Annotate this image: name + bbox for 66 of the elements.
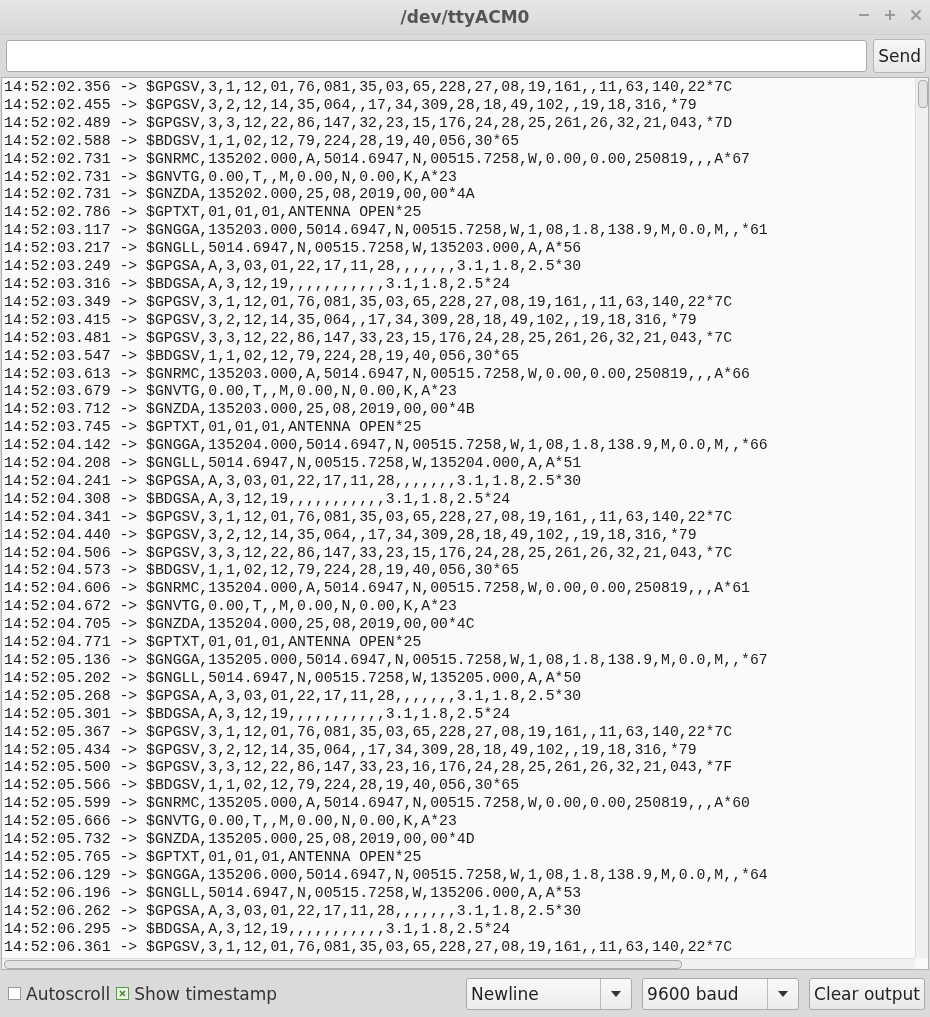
maximize-icon[interactable]: [884, 9, 896, 21]
checkbox-label: Show timestamp: [134, 983, 278, 1004]
output-line: 14:52:04.771 -> $GPTXT,01,01,01,ANTENNA OPEN*25: [4, 634, 422, 652]
output-line: 14:52:04.606 -> $GNRMC,135204.000,A,5014.6947,N,00515.7258,W,0.00,0.00,250819,,,A*61: [4, 580, 750, 599]
output-line: 14:52:05.732 -> $GNZDA,135205.000,25,08,2019,00,00*4D: [4, 831, 475, 849]
send-button[interactable]: Send: [873, 39, 926, 73]
message-field[interactable]: [6, 40, 868, 72]
output-line: 14:52:04.705 -> $GNZDA,135204.000,25,08,2019,00,00*4C: [4, 616, 475, 635]
checkbox-label: Autoscroll: [26, 983, 111, 1004]
output-line: 14:52:04.341 -> $GPGSV,3,1,12,01,76,081,35,03,65,228,27,08,19,161,,11,63,140,22*7C: [4, 508, 733, 527]
output-line: 14:52:02.786 -> $GPTXT,01,01,01,ANTENNA OPEN*25: [4, 204, 422, 223]
output-line: 14:52:02.489 -> $GPGSV,3,3,12,22,86,147,32,23,15,176,24,28,25,261,26,32,21,043,*7D: [4, 114, 733, 133]
output-line: 14:52:03.415 -> $GPGSV,3,2,12,14,35,064,,17,34,309,28,18,49,102,,19,18,316,*79: [4, 311, 697, 330]
output-line: 14:52:03.679 -> $GNVTG,0.00,T,,M,0.00,N,0.00,K,A*23: [4, 383, 457, 402]
output-line: 14:52:02.588 -> $BDGSV,1,1,02,12,79,224,28,19,40,056,30*65: [4, 132, 519, 151]
caret-icon: [778, 990, 789, 997]
output-line: 14:52:06.262 -> $GPGSA,A,3,03,01,22,17,11,28,,,,,,,3.1,1.8,2.5*30: [4, 902, 582, 921]
output-line: 14:52:03.712 -> $GNZDA,135203.000,25,08,2019,00,00*4B: [4, 401, 475, 420]
output-line: 14:52:05.268 -> $GPGSA,A,3,03,01,22,17,11,28,,,,,,,3.1,1.8,2.5*30: [4, 687, 582, 706]
output-line: 14:52:02.356 -> $GPGSV,3,1,12,01,76,081,35,03,65,228,27,08,19,161,,11,63,140,22*7C: [4, 79, 733, 97]
output-line: 14:52:05.136 -> $GNGGA,135205.000,5014.6947,N,00515.7258,W,1,08,1.8,138.9,M,0.0,M,,*67: [4, 652, 768, 670]
caret-icon: [611, 990, 622, 997]
output-line: 14:52:02.731 -> $GNZDA,135202.000,25,08,2019,00,00*4A: [4, 186, 475, 205]
output-line: 14:52:03.481 -> $GPGSV,3,3,12,22,86,147,33,23,15,176,24,28,25,261,26,32,21,043,*7C: [4, 329, 733, 348]
clear-output-button[interactable]: Clear output: [809, 977, 925, 1010]
baud-rate-dropdown[interactable]: 9600 baud: [642, 977, 800, 1010]
output-line: 14:52:04.506 -> $GPGSV,3,3,12,22,86,147,33,23,15,176,24,28,25,261,26,32,21,043,*7C: [4, 544, 733, 563]
output-line: 14:52:03.745 -> $GPTXT,01,01,01,ANTENNA OPEN*25: [4, 419, 422, 438]
output-line: 14:52:04.208 -> $GNGLL,5014.6947,N,00515.7258,W,135204.000,A,A*51: [4, 455, 582, 473]
output-line: 14:52:04.142 -> $GNGGA,135204.000,5014.6947,N,00515.7258,W,1,08,1.8,138.9,M,0.0,M,,*66: [4, 437, 768, 456]
output-line: 14:52:05.367 -> $GPGSV,3,1,12,01,76,081,35,03,65,228,27,08,19,161,,11,63,140,22*7C: [4, 723, 733, 742]
output-line: 14:52:06.196 -> $GNGLL,5014.6947,N,00515.7258,W,135206.000,A,A*53: [4, 884, 582, 903]
output-line: 14:52:03.117 -> $GNGGA,135203.000,5014.6947,N,00515.7258,W,1,08,1.8,138.9,M,0.0,M,,*61: [4, 222, 768, 241]
line-ending-dropdown[interactable]: Newline: [466, 977, 633, 1010]
output-line: 14:52:05.434 -> $GPGSV,3,2,12,14,35,064,,17,34,309,28,18,49,102,,19,18,316,*79: [4, 741, 697, 760]
output-line: 14:52:05.301 -> $BDGSA,A,3,12,19,,,,,,,,,,,3.1,1.8,2.5*24: [4, 705, 511, 724]
window-title: /dev/ttyACM0: [400, 7, 530, 27]
output-line: 14:52:04.241 -> $GPGSA,A,3,03,01,22,17,11,28,,,,,,,3.1,1.8,2.5*30: [4, 472, 582, 491]
output-line: 14:52:03.349 -> $GPGSV,3,1,12,01,76,081,35,03,65,228,27,08,19,161,,11,63,140,22*7C: [4, 293, 733, 312]
output-line: 14:52:03.316 -> $BDGSA,A,3,12,19,,,,,,,,,,,3.1,1.8,2.5*24: [4, 275, 511, 294]
scrollbar-thumb[interactable]: [918, 80, 928, 108]
output-line: 14:52:05.666 -> $GNVTG,0.00,T,,M,0.00,N,0.00,K,A*23: [4, 813, 457, 832]
output-line: 14:52:06.295 -> $BDGSA,A,3,12,19,,,,,,,,,,,3.1,1.8,2.5*24: [4, 920, 511, 939]
output-line: 14:52:04.573 -> $BDGSV,1,1,02,12,79,224,28,19,40,056,30*65: [4, 562, 519, 581]
output-line: 14:52:03.547 -> $BDGSV,1,1,02,12,79,224,28,19,40,056,30*65: [4, 347, 519, 366]
close-icon[interactable]: [910, 9, 922, 21]
output-line: 14:52:05.765 -> $GPTXT,01,01,01,ANTENNA OPEN*25: [4, 848, 422, 867]
output-line: 14:52:05.500 -> $GPGSV,3,3,12,22,86,147,33,23,16,176,24,28,25,261,26,32,21,043,*7F: [4, 759, 733, 778]
checkbox[interactable]: [116, 987, 130, 1000]
output-line: 14:52:02.731 -> $GNRMC,135202.000,A,5014.6947,N,00515.7258,W,0.00,0.00,250819,,,A*67: [4, 150, 750, 169]
cross-icon: [119, 990, 127, 997]
output-line: 14:52:05.599 -> $GNRMC,135205.000,A,5014.6947,N,00515.7258,W,0.00,0.00,250819,,,A*60: [4, 795, 750, 814]
output-line: 14:52:03.613 -> $GNRMC,135203.000,A,5014.6947,N,00515.7258,W,0.00,0.00,250819,,,A*66: [4, 365, 750, 384]
output-line: 14:52:06.361 -> $GPGSV,3,1,12,01,76,081,35,03,65,228,27,08,19,161,,11,63,140,22*7C: [4, 938, 733, 957]
output-line: 14:52:03.217 -> $GNGLL,5014.6947,N,00515.7258,W,135203.000,A,A*56: [4, 240, 582, 259]
scrollbar-thumb[interactable]: [4, 960, 682, 969]
output-line: 14:52:06.129 -> $GNGGA,135206.000,5014.6947,N,00515.7258,W,1,08,1.8,138.9,M,0.0,M,,*64: [4, 866, 768, 885]
output-line: 14:52:04.672 -> $GNVTG,0.00,T,,M,0.00,N,0.00,K,A*23: [4, 598, 457, 617]
output-line: 14:52:05.566 -> $BDGSV,1,1,02,12,79,224,28,19,40,056,30*65: [4, 777, 519, 796]
output-line: 14:52:05.202 -> $GNGLL,5014.6947,N,00515.7258,W,135205.000,A,A*50: [4, 669, 582, 688]
checkbox[interactable]: [8, 987, 21, 1000]
output-line: 14:52:04.308 -> $BDGSA,A,3,12,19,,,,,,,,,,,3.1,1.8,2.5*24: [4, 490, 511, 509]
output-line: 14:52:03.249 -> $GPGSA,A,3,03,01,22,17,11,28,,,,,,,3.1,1.8,2.5*30: [4, 258, 582, 276]
output-line: 14:52:04.440 -> $GPGSV,3,2,12,14,35,064,,17,34,309,28,18,49,102,,19,18,316,*79: [4, 526, 697, 545]
output-line: 14:52:02.455 -> $GPGSV,3,2,12,14,35,064,,17,34,309,28,18,49,102,,19,18,316,*79: [4, 96, 697, 115]
output-line: 14:52:02.731 -> $GNVTG,0.00,T,,M,0.00,N,0.00,K,A*23: [4, 168, 457, 187]
